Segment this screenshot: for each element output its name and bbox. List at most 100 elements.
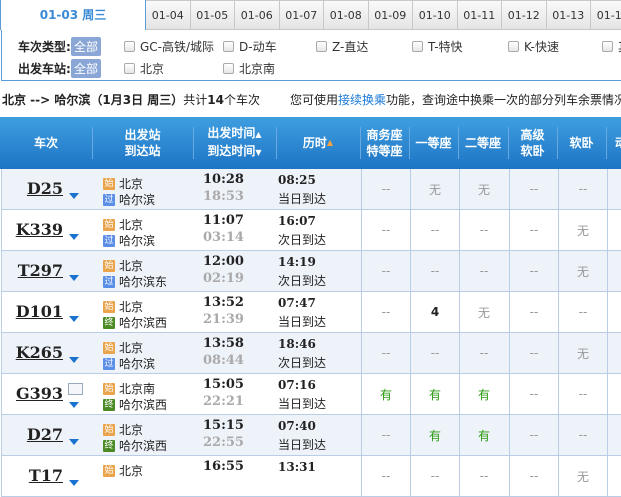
chevron-down-icon[interactable]: [69, 357, 79, 363]
checkbox[interactable]: [223, 40, 234, 52]
seat-availability[interactable]: --: [459, 210, 508, 250]
header-time[interactable]: 出发时间▲ 到达时间▼: [193, 117, 276, 169]
chevron-down-icon[interactable]: [69, 402, 79, 408]
id-card-icon[interactable]: [68, 383, 83, 395]
date-tab[interactable]: 01-08: [324, 0, 369, 30]
seat-availability[interactable]: 无: [410, 169, 459, 209]
seat-availability[interactable]: --: [410, 251, 459, 291]
seat-availability[interactable]: --: [558, 415, 607, 455]
seat-availability[interactable]: 无: [558, 210, 607, 250]
train-type-option[interactable]: D-动车: [223, 36, 277, 56]
time-cell: 12:00 02:19: [203, 251, 278, 291]
train-number-link[interactable]: G393: [16, 384, 63, 403]
train-type-option[interactable]: GC-高铁/城际: [124, 36, 214, 56]
seat-availability[interactable]: 4: [410, 292, 459, 332]
seat-availability[interactable]: --: [361, 333, 410, 373]
seat-availability[interactable]: --: [361, 456, 410, 496]
seat-availability[interactable]: --: [558, 374, 607, 414]
train-number-link[interactable]: D25: [27, 179, 63, 198]
station-option[interactable]: 北京南: [223, 58, 275, 78]
seat-availability[interactable]: --: [509, 292, 558, 332]
date-tab[interactable]: 01-06: [235, 0, 280, 30]
date-tab[interactable]: 01-13: [546, 0, 591, 30]
header-duration-label: 历时: [302, 136, 327, 150]
date-tab[interactable]: 01-05: [190, 0, 235, 30]
train-number-link[interactable]: K265: [16, 343, 63, 362]
date-tab[interactable]: 01-10: [413, 0, 458, 30]
station-name: 哈尔滨: [119, 193, 156, 207]
checkbox[interactable]: [602, 40, 613, 52]
header-duration[interactable]: 历时 ▲: [276, 117, 360, 169]
seat-availability[interactable]: --: [509, 333, 558, 373]
sort-down-icon[interactable]: ▼: [255, 148, 261, 157]
seat-availability[interactable]: 无: [558, 251, 607, 291]
station-badge-start: 始: [103, 259, 115, 272]
chevron-down-icon[interactable]: [69, 234, 79, 240]
seat-availability[interactable]: --: [459, 456, 508, 496]
train-type-option[interactable]: T-特快: [412, 36, 463, 56]
station-name: 北京: [119, 177, 144, 191]
checkbox[interactable]: [124, 62, 135, 74]
seat-availability[interactable]: --: [509, 251, 558, 291]
seat-availability[interactable]: 有: [410, 374, 459, 414]
train-number-link[interactable]: T17: [29, 466, 63, 485]
seat-availability[interactable]: 有: [361, 374, 410, 414]
seat-availability[interactable]: 无: [558, 456, 607, 496]
seat-availability[interactable]: --: [361, 210, 410, 250]
seat-availability[interactable]: --: [361, 169, 410, 209]
seat-availability[interactable]: --: [509, 415, 558, 455]
chevron-down-icon[interactable]: [69, 193, 79, 199]
seat-availability[interactable]: 无: [459, 169, 508, 209]
date-tab[interactable]: 01-07: [279, 0, 324, 30]
chevron-down-icon[interactable]: [69, 316, 79, 322]
seat-availability[interactable]: --: [509, 374, 558, 414]
chevron-down-icon[interactable]: [69, 480, 79, 486]
train-number-link[interactable]: D101: [16, 302, 63, 321]
checkbox[interactable]: [316, 40, 327, 52]
date-tab[interactable]: 01-09: [368, 0, 413, 30]
seat-availability[interactable]: --: [509, 169, 558, 209]
checkbox[interactable]: [508, 40, 519, 52]
train-number-link[interactable]: K339: [16, 220, 63, 239]
seat-availability[interactable]: --: [410, 210, 459, 250]
seat-availability[interactable]: 有: [459, 415, 508, 455]
seat-availability[interactable]: 无: [558, 333, 607, 373]
seat-availability[interactable]: --: [361, 292, 410, 332]
seat-availability[interactable]: --: [509, 456, 558, 496]
date-tab[interactable]: 01-03 周三: [0, 0, 146, 30]
train-number-link[interactable]: D27: [27, 425, 63, 444]
train-type-option[interactable]: 其: [602, 36, 621, 56]
seat-availability[interactable]: 有: [459, 374, 508, 414]
sort-up-icon[interactable]: ▲: [255, 130, 261, 139]
train-type-all-button[interactable]: 全部: [71, 36, 102, 56]
checkbox[interactable]: [412, 40, 423, 52]
seat-availability[interactable]: --: [361, 415, 410, 455]
chevron-down-icon[interactable]: [69, 439, 79, 445]
seat-availability[interactable]: --: [459, 251, 508, 291]
seat-availability[interactable]: --: [410, 456, 459, 496]
date-tab[interactable]: 01-12: [502, 0, 547, 30]
seat-availability[interactable]: --: [410, 333, 459, 373]
seat-availability[interactable]: 无: [459, 292, 508, 332]
checkbox[interactable]: [223, 62, 234, 74]
train-type-option[interactable]: Z-直达: [316, 36, 368, 56]
train-type-option[interactable]: K-快速: [508, 36, 559, 56]
station-from: 始北京: [103, 257, 143, 274]
station-badge-pass: 过: [103, 357, 115, 370]
seat-availability[interactable]: --: [558, 292, 607, 332]
date-tab[interactable]: 01-11: [457, 0, 502, 30]
header-station-to: 到达站: [124, 144, 161, 158]
checkbox[interactable]: [124, 40, 135, 52]
station-option[interactable]: 北京: [124, 58, 164, 78]
date-tab[interactable]: 01-04: [146, 0, 191, 30]
station-all-button[interactable]: 全部: [71, 58, 102, 78]
seat-availability[interactable]: --: [459, 333, 508, 373]
train-number-link[interactable]: T297: [18, 261, 63, 280]
seat-availability[interactable]: 有: [410, 415, 459, 455]
seat-availability[interactable]: --: [509, 210, 558, 250]
seat-availability[interactable]: --: [361, 251, 410, 291]
transfer-link[interactable]: 接续换乘: [338, 93, 386, 107]
date-tab[interactable]: 01-14: [591, 0, 621, 30]
chevron-down-icon[interactable]: [69, 275, 79, 281]
seat-availability[interactable]: --: [558, 169, 607, 209]
